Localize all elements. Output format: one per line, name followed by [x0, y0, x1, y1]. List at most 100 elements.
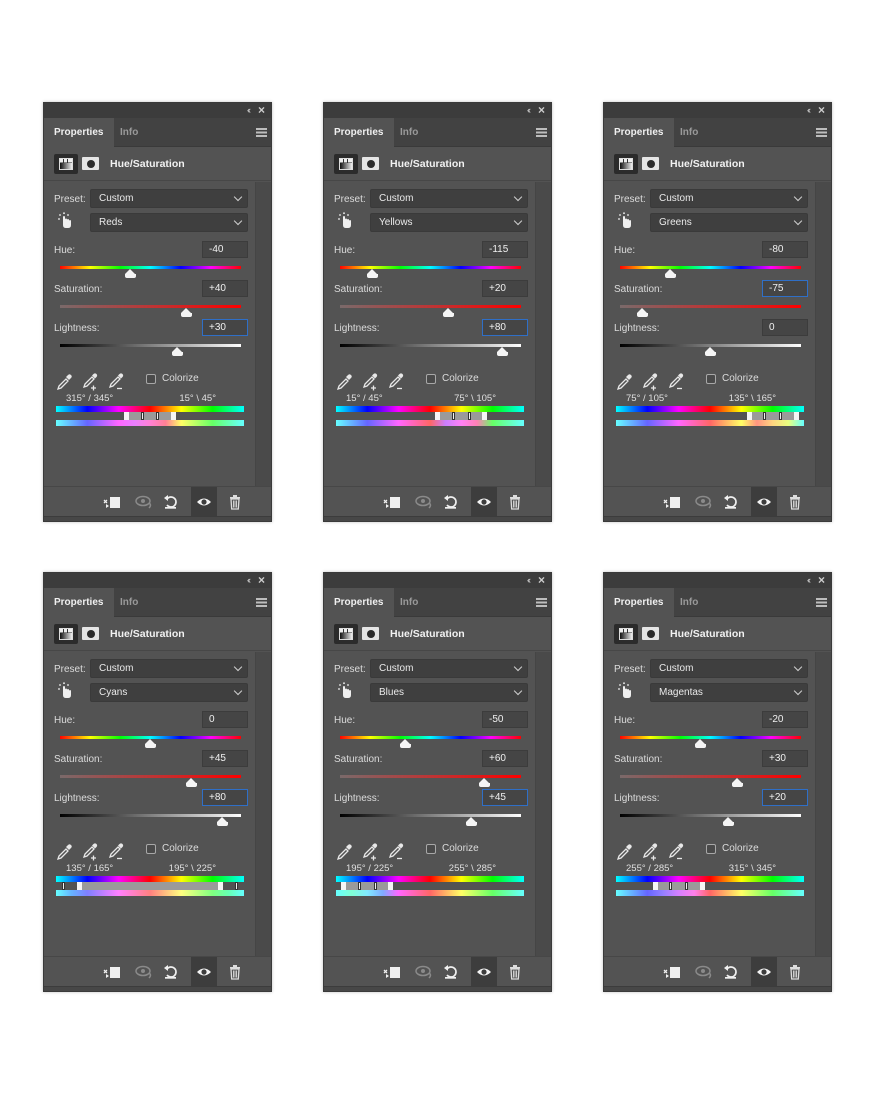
layer-mask-icon[interactable] [362, 157, 379, 170]
close-panel-icon[interactable]: × [538, 573, 545, 587]
eyedropper-subtract-icon[interactable] [108, 373, 124, 391]
tab-properties[interactable]: Properties [604, 118, 674, 147]
colorize-checkbox[interactable] [146, 844, 156, 854]
collapse-panel-icon[interactable]: ‹‹ [807, 575, 811, 585]
eyedropper-subtract-icon[interactable] [668, 843, 684, 861]
lightness-slider-track[interactable] [60, 344, 241, 347]
layer-mask-icon[interactable] [642, 157, 659, 170]
close-panel-icon[interactable]: × [538, 103, 545, 117]
color-range-right-falloff-handle[interactable] [793, 412, 799, 420]
saturation-slider-thumb[interactable] [637, 308, 649, 317]
view-previous-state-icon[interactable] [130, 957, 156, 987]
color-range-right-falloff-handle[interactable] [699, 882, 705, 890]
color-range-left-falloff-handle[interactable] [124, 412, 129, 420]
color-range-slider[interactable] [56, 882, 244, 890]
color-range-left-handle[interactable] [140, 412, 144, 420]
tab-info[interactable]: Info [394, 588, 432, 617]
preset-dropdown[interactable]: Custom [90, 189, 248, 208]
hue-input[interactable]: -115 [482, 241, 528, 258]
eyedropper-add-icon[interactable] [362, 373, 378, 391]
hue-slider-thumb[interactable] [145, 739, 156, 748]
scrollbar-gutter[interactable] [535, 182, 551, 486]
scrollbar-gutter[interactable] [815, 182, 831, 486]
view-previous-state-icon[interactable] [690, 487, 716, 517]
hue-input[interactable]: -20 [762, 711, 808, 728]
clip-to-layer-icon[interactable] [98, 487, 124, 517]
hue-saturation-adjustment-icon[interactable] [614, 624, 638, 644]
trash-icon[interactable] [502, 957, 528, 987]
color-range-right-handle[interactable] [685, 882, 688, 890]
reset-icon[interactable] [718, 487, 744, 517]
reset-icon[interactable] [718, 957, 744, 987]
layer-mask-icon[interactable] [642, 627, 659, 640]
channel-dropdown[interactable]: Magentas [650, 683, 808, 702]
view-previous-state-icon[interactable] [410, 487, 436, 517]
saturation-slider-track[interactable] [340, 305, 521, 308]
color-range-selection[interactable] [437, 412, 485, 420]
scrollbar-gutter[interactable] [255, 652, 271, 956]
eyedropper-icon[interactable] [56, 373, 72, 391]
eyedropper-add-icon[interactable] [82, 843, 98, 861]
eye-icon[interactable] [751, 957, 777, 987]
color-range-right-handle[interactable] [779, 412, 782, 420]
layer-mask-icon[interactable] [362, 627, 379, 640]
color-range-right-falloff-handle[interactable] [171, 412, 176, 420]
color-range-left-falloff-handle[interactable] [435, 412, 441, 420]
tab-info[interactable]: Info [674, 588, 712, 617]
eyedropper-add-icon[interactable] [642, 373, 658, 391]
color-range-slider[interactable] [336, 882, 524, 890]
hue-saturation-adjustment-icon[interactable] [54, 624, 78, 644]
saturation-slider-thumb[interactable] [181, 308, 193, 317]
hand-targeted-adjustment-icon[interactable] [56, 682, 74, 700]
color-range-left-falloff-handle[interactable] [652, 882, 658, 890]
hand-targeted-adjustment-icon[interactable] [616, 682, 634, 700]
eyedropper-add-icon[interactable] [642, 843, 658, 861]
preset-dropdown[interactable]: Custom [650, 189, 808, 208]
tab-properties[interactable]: Properties [44, 588, 114, 617]
lightness-slider-thumb[interactable] [172, 347, 184, 356]
color-range-left-handle[interactable] [234, 882, 238, 890]
hue-slider-thumb[interactable] [124, 269, 136, 278]
preset-dropdown[interactable]: Custom [370, 189, 528, 208]
lightness-slider-track[interactable] [340, 814, 521, 817]
lightness-input[interactable]: 0 [762, 319, 808, 336]
color-range-selection[interactable] [79, 882, 221, 890]
hue-input[interactable]: -50 [482, 711, 528, 728]
hamburger-menu-icon[interactable] [536, 598, 547, 607]
hue-saturation-adjustment-icon[interactable] [334, 154, 358, 174]
eyedropper-add-icon[interactable] [82, 373, 98, 391]
collapse-panel-icon[interactable]: ‹‹ [247, 575, 251, 585]
saturation-slider-thumb[interactable] [185, 778, 197, 787]
color-range-right-falloff-handle[interactable] [482, 412, 488, 420]
saturation-slider-track[interactable] [620, 775, 801, 778]
channel-dropdown[interactable]: Yellows [370, 213, 528, 232]
preset-dropdown[interactable]: Custom [650, 659, 808, 678]
lightness-input[interactable]: +20 [762, 789, 808, 806]
lightness-input[interactable]: +45 [482, 789, 528, 806]
hand-targeted-adjustment-icon[interactable] [336, 682, 354, 700]
lightness-slider-thumb[interactable] [217, 817, 229, 826]
hue-input[interactable]: 0 [202, 711, 248, 728]
eye-icon[interactable] [191, 487, 217, 517]
hue-slider-track[interactable] [340, 736, 521, 739]
color-range-slider[interactable] [616, 412, 804, 420]
lightness-slider-thumb[interactable] [465, 817, 477, 826]
color-range-selection[interactable] [749, 412, 797, 420]
color-range-selection[interactable] [655, 882, 703, 890]
eye-icon[interactable] [191, 957, 217, 987]
preset-dropdown[interactable]: Custom [370, 659, 528, 678]
tab-info[interactable]: Info [114, 588, 152, 617]
eyedropper-subtract-icon[interactable] [668, 373, 684, 391]
saturation-slider-track[interactable] [60, 775, 241, 778]
hue-slider-thumb[interactable] [694, 739, 706, 748]
color-range-right-handle[interactable] [156, 412, 160, 420]
lightness-slider-track[interactable] [60, 814, 241, 817]
eyedropper-add-icon[interactable] [362, 843, 378, 861]
layer-mask-icon[interactable] [82, 157, 99, 170]
hue-slider-thumb[interactable] [399, 739, 411, 748]
trash-icon[interactable] [502, 487, 528, 517]
color-range-right-handle[interactable] [373, 882, 377, 890]
reset-icon[interactable] [438, 957, 464, 987]
scrollbar-gutter[interactable] [255, 182, 271, 486]
hamburger-menu-icon[interactable] [536, 128, 547, 137]
